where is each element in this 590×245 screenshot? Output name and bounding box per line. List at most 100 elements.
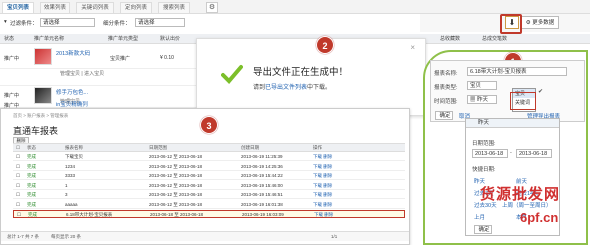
close-icon[interactable]: × bbox=[410, 43, 415, 52]
row-actions[interactable]: 下载 删除 bbox=[313, 201, 332, 209]
row-date-range: 2013-06-12 至 2013-06-18 bbox=[149, 192, 203, 197]
start-date-input[interactable]: 2013-06-18 bbox=[472, 149, 508, 158]
row-date-range: 2013-06-12 至 2013-06-18 bbox=[149, 182, 203, 188]
row-checkbox[interactable]: ☐ bbox=[17, 211, 21, 219]
download-highlight bbox=[500, 14, 522, 34]
page-title: 直通车报表 bbox=[13, 126, 59, 136]
dialog-msg-prefix: 请到 bbox=[253, 85, 266, 91]
tab-search-list[interactable]: 搜索列表 bbox=[158, 2, 190, 13]
watermark-text: 货源批发网 bbox=[480, 186, 561, 203]
col-deals: 总成交笔数 bbox=[482, 36, 508, 42]
table-row: ☐ 完成 6.18带大计划-宝贝报表 2013-06-18 至 2013-06-18 2… bbox=[13, 210, 405, 218]
quick-date-label: 快捷日期: bbox=[472, 167, 496, 173]
tab-effect-list[interactable]: 效果列表 bbox=[40, 2, 70, 13]
export-dialog: 导出文件正在生成中！ 请到已导出文件列表中下载。 × bbox=[196, 38, 426, 116]
check-icon: ✔ bbox=[538, 89, 544, 95]
row-created: 2013-06-19 14:25:36 bbox=[241, 163, 283, 169]
subfilter-select[interactable]: 请选择 bbox=[135, 18, 185, 27]
row-status: 完成 bbox=[28, 212, 37, 217]
date-panel-header: 昨天 bbox=[466, 119, 559, 128]
product-link[interactable]: 修手万包色... bbox=[56, 88, 88, 96]
breadcrumb: 首页 > 账户报表 > 管理报表 bbox=[13, 113, 69, 118]
filter-bar: ▾ 过滤条件： 请选择 细分条件： 请选择 bbox=[0, 15, 420, 31]
product-link[interactable]: 2013新款大码 bbox=[56, 49, 90, 57]
row-checkbox[interactable]: ☐ bbox=[16, 191, 20, 199]
date-ok-button[interactable]: 确定 bbox=[474, 225, 492, 234]
subfilter-label: 细分条件： bbox=[103, 21, 131, 27]
row-created: 2013-06-19 15:46:51 bbox=[241, 192, 283, 197]
row-actions[interactable]: 下载 删除 bbox=[313, 191, 332, 199]
report-name-input[interactable]: 6.18带大计划-宝贝报表 bbox=[467, 67, 567, 76]
exported-files-link[interactable]: 已导出文件列表 bbox=[265, 85, 307, 91]
more-data-label: 更多数据 bbox=[532, 20, 555, 26]
row-checkbox[interactable]: ☐ bbox=[16, 172, 20, 180]
quick-link-lastmonth[interactable]: 上月 bbox=[474, 213, 485, 221]
row-actions[interactable]: 下载 删除 bbox=[313, 153, 332, 161]
row-created: 2013-06-19 16:03:09 bbox=[242, 212, 284, 217]
row-actions[interactable]: 下载 删除 bbox=[313, 182, 332, 190]
row-report-name: 1234 bbox=[65, 163, 76, 169]
header-checkbox[interactable]: ☐ bbox=[16, 144, 20, 152]
row-status: 完成 bbox=[27, 154, 36, 159]
top-tab-bar: 宝贝列表 效果列表 关键词列表 定向列表 搜索列表 ⚙ bbox=[0, 0, 590, 14]
row-price: ¥ 0.10 bbox=[160, 55, 174, 61]
row-report-name: 3333 bbox=[65, 173, 76, 178]
date-range-label: 日期范围: bbox=[472, 141, 496, 147]
row-actions[interactable]: 下载 删除 bbox=[313, 172, 332, 180]
col-name: 推广单元名称 bbox=[34, 36, 65, 42]
export-form: 报表名称: 6.18带大计划-宝贝报表 报表类型: 宝贝 时间范围: ▦ 昨天 … bbox=[430, 60, 585, 122]
step-badge-3: 3 bbox=[200, 116, 218, 134]
row-report-name: 1 bbox=[65, 182, 68, 188]
table-row: ☐ 完成 aaaaa 2013-06-12 至 2013-06-18 2013-06-1… bbox=[13, 201, 405, 209]
table-row: ☐ 完成 1 2013-06-12 至 2013-06-18 2013-06-19 15… bbox=[13, 182, 405, 190]
filter-label-icon: ▾ bbox=[4, 19, 7, 25]
row-date-range: 2013-06-12 至 2013-06-18 bbox=[149, 154, 203, 159]
table-row: 管理宝贝 | 进入宝贝 bbox=[0, 64, 200, 86]
end-date-input[interactable]: 2013-06-18 bbox=[516, 149, 552, 158]
row-type: 宝贝推广 bbox=[110, 56, 131, 62]
row-checkbox[interactable]: ☐ bbox=[16, 163, 20, 171]
product-link[interactable]: in宝贝精确列 bbox=[56, 100, 88, 108]
row-checkbox[interactable]: ☐ bbox=[16, 182, 20, 190]
table-row: ☐ 完成 1234 2013-06-12 至 2013-06-18 2013-06-19… bbox=[13, 163, 405, 171]
page-size-select[interactable]: 每页显示 20 条 bbox=[51, 232, 81, 242]
tab-keyword-list[interactable]: 关键词列表 bbox=[76, 2, 114, 13]
filter-label: 过滤条件： bbox=[10, 21, 38, 27]
time-range-select[interactable]: ▦ 昨天 bbox=[467, 95, 497, 104]
col-type: 推广单元类型 bbox=[108, 36, 139, 42]
row-checkbox[interactable]: ☐ bbox=[16, 153, 20, 161]
row-status: 完成 bbox=[27, 192, 36, 197]
col-date-range: 日期范围 bbox=[149, 145, 167, 150]
dialog-title: 导出文件正在生成中！ bbox=[253, 67, 349, 78]
dialog-message: 请到已导出文件列表中下载。 bbox=[253, 82, 331, 91]
filter-select[interactable]: 请选择 bbox=[40, 18, 95, 27]
report-type-select[interactable]: 宝贝 bbox=[467, 81, 497, 90]
table-row: ☐ 完成 3333 2013-06-12 至 2013-06-18 2013-06-19… bbox=[13, 172, 405, 180]
tab-product-list[interactable]: 宝贝列表 bbox=[2, 2, 34, 13]
confirm-button[interactable]: 确定 bbox=[435, 111, 453, 120]
row-checkbox[interactable]: ☐ bbox=[16, 201, 20, 209]
col-favorites: 总收藏数 bbox=[440, 36, 461, 42]
row-status: 完成 bbox=[27, 163, 36, 169]
manage-links[interactable]: 管理宝贝 | 进入宝贝 bbox=[60, 70, 104, 77]
row-report-name: aaaaa bbox=[65, 201, 78, 207]
product-thumbnail[interactable] bbox=[34, 48, 52, 65]
more-data-button[interactable]: ⚙ 更多数据 bbox=[521, 16, 559, 29]
row-report-name: 3 bbox=[65, 192, 68, 197]
report-type-label: 报表类型: bbox=[434, 85, 458, 91]
row-actions[interactable]: 下载 删除 bbox=[314, 211, 333, 219]
dialog-msg-suffix: 中下载。 bbox=[307, 85, 332, 91]
step-badge-2: 2 bbox=[316, 36, 334, 54]
row-status: 完成 bbox=[27, 201, 36, 207]
row-date-range: 2013-06-12 至 2013-06-18 bbox=[149, 173, 203, 178]
col-status: 状态 bbox=[4, 36, 15, 42]
col-report-name: 报表名称 bbox=[65, 145, 83, 150]
row-actions[interactable]: 下载 删除 bbox=[313, 163, 332, 171]
pagination-bar: 总计 1-7 共 7 条 每页显示 20 条 1/1 bbox=[1, 231, 409, 241]
col-price: 默认出价 bbox=[160, 36, 181, 42]
row-status: 推广中 bbox=[4, 93, 20, 99]
tab-target-list[interactable]: 定向列表 bbox=[120, 2, 152, 13]
gear-icon[interactable]: ⚙ bbox=[206, 2, 218, 13]
time-range-value: 昨天 bbox=[477, 97, 489, 103]
time-range-label: 时间范围: bbox=[434, 99, 458, 105]
